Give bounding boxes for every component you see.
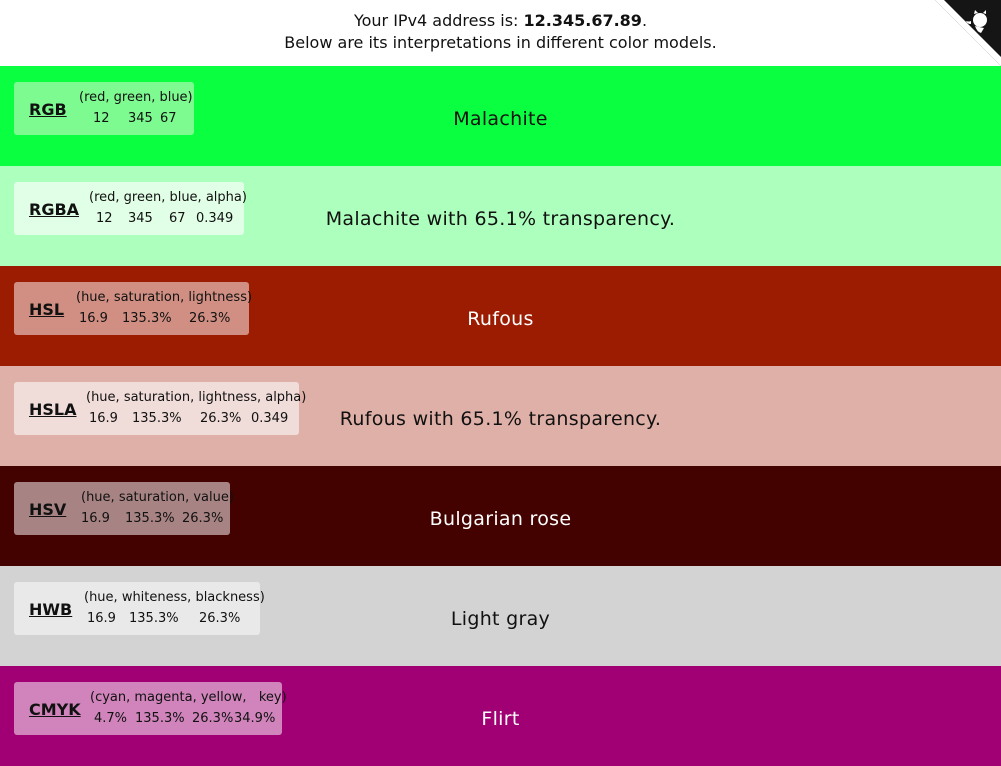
model-legend: (hue, saturation, value) bbox=[81, 490, 234, 505]
color-row-rgb: RGB (red, green, blue) 12 345 67 Malachite bbox=[0, 66, 1001, 166]
color-name: Malachite with 65.1% transparency. bbox=[325, 208, 676, 230]
model-legend: (hue, saturation, lightness) bbox=[76, 290, 253, 305]
color-name: Light gray bbox=[450, 608, 551, 630]
color-name: Rufous bbox=[467, 308, 534, 330]
ip-address-line: Your IPv4 address is: 12.345.67.89. bbox=[0, 10, 1001, 32]
ip-prefix: Your IPv4 address is: bbox=[353, 11, 524, 30]
ip-address[interactable]: 12.345.67.89 bbox=[524, 11, 642, 30]
color-name: Flirt bbox=[481, 708, 520, 730]
model-legend: (red, green, blue, alpha) bbox=[89, 190, 247, 205]
color-name: Bulgarian rose bbox=[429, 508, 572, 530]
model-legend: (red, green, blue) bbox=[79, 90, 193, 105]
color-row-hwb: HWB (hue, whiteness, blackness) 16.9 135.3%… bbox=[0, 566, 1001, 666]
color-row-rgba: RGBA (red, green, blue, alpha) 12 345 67 0.34… bbox=[0, 166, 1001, 266]
model-legend: (cyan, magenta, yellow, key) bbox=[90, 690, 287, 705]
model-legend: (hue, saturation, lightness, alpha) bbox=[86, 390, 307, 405]
ip-suffix: . bbox=[641, 11, 648, 30]
color-row-hsl: HSL (hue, saturation, lightness) 16.9 135.3… bbox=[0, 266, 1001, 366]
subtitle: Below are its interpretations in differe… bbox=[284, 33, 717, 52]
header: Your IPv4 address is: 12.345.67.89. Belo… bbox=[0, 0, 1001, 66]
color-name: Malachite bbox=[453, 108, 548, 130]
model-legend: (hue, whiteness, blackness) bbox=[84, 590, 265, 605]
color-row-hsla: HSLA (hue, saturation, lightness, alpha) 1… bbox=[0, 366, 1001, 466]
github-corner-link[interactable] bbox=[935, 0, 1001, 66]
color-row-hsv: HSV (hue, saturation, value) 16.9 135.3% 26.… bbox=[0, 466, 1001, 566]
color-row-cmyk: CMYK (cyan, magenta, yellow, key) 4.7% 135.… bbox=[0, 666, 1001, 766]
color-name: Rufous with 65.1% transparency. bbox=[339, 408, 662, 430]
github-octocat-icon bbox=[935, 0, 1001, 66]
